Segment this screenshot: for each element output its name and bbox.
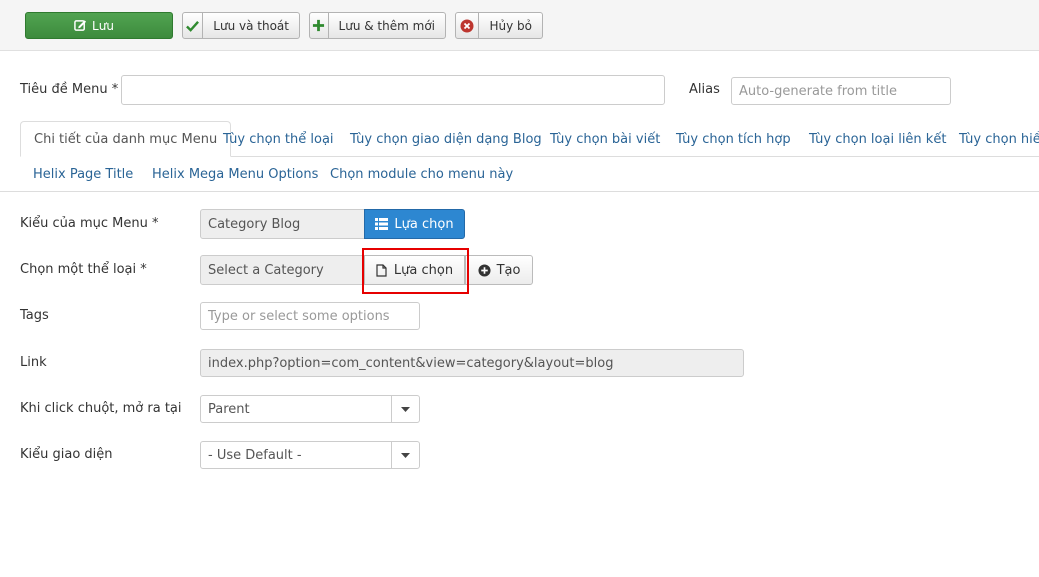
- cancel-button[interactable]: Hủy bỏ: [455, 12, 543, 39]
- category-create-button[interactable]: Tạo: [465, 255, 533, 285]
- plus-circle-icon: [478, 263, 491, 277]
- link-field: index.php?option=com_content&view=catego…: [200, 349, 744, 377]
- target-label: Khi click chuột, mở ra tại: [20, 401, 182, 416]
- cancel-icon: [456, 13, 480, 38]
- menu-title-label: Tiêu đề Menu *: [20, 82, 119, 97]
- cancel-label: Hủy bỏ: [489, 18, 532, 33]
- category-create-label: Tạo: [496, 262, 521, 278]
- target-select[interactable]: Parent: [200, 395, 420, 423]
- list-icon: [375, 218, 389, 230]
- highlight-annotation: [362, 248, 469, 294]
- menu-type-select-label: Lựa chọn: [394, 216, 454, 232]
- save-close-button[interactable]: Lưu và thoát: [182, 12, 300, 39]
- caret-down-icon: [391, 442, 419, 468]
- caret-down-icon: [391, 396, 419, 422]
- tab-display-options[interactable]: Tùy chọn hiển: [946, 121, 1039, 157]
- category-field: Select a Category: [200, 255, 365, 285]
- save-new-label: Lưu & thêm mới: [338, 18, 435, 33]
- tags-input[interactable]: Type or select some options: [200, 302, 420, 330]
- save-button[interactable]: Lưu: [25, 12, 173, 39]
- save-close-label: Lưu và thoát: [213, 18, 289, 33]
- check-icon: [183, 13, 204, 38]
- tab-integration-options[interactable]: Tùy chọn tích hợp: [663, 121, 804, 157]
- alias-label: Alias: [689, 82, 720, 97]
- template-style-value: - Use Default -: [208, 447, 302, 463]
- alias-placeholder: Auto-generate from title: [739, 83, 897, 99]
- tags-placeholder: Type or select some options: [208, 308, 390, 324]
- template-style-select[interactable]: - Use Default -: [200, 441, 420, 469]
- link-label: Link: [20, 355, 47, 370]
- tab-blog-layout[interactable]: Tùy chọn giao diện dạng Blog: [337, 121, 555, 157]
- category-label: Chọn một thể loại *: [20, 262, 147, 277]
- tabs-bottom-divider: [0, 191, 1039, 192]
- plus-icon: [310, 13, 329, 38]
- menu-type-field: Category Blog: [200, 209, 365, 239]
- tab-link-type-options[interactable]: Tùy chọn loại liên kết: [796, 121, 959, 157]
- alias-input[interactable]: Auto-generate from title: [731, 77, 951, 105]
- tab-category-options[interactable]: Tùy chọn thể loại: [210, 121, 347, 157]
- tab-menu-details[interactable]: Chi tiết của danh mục Menu: [20, 121, 232, 157]
- save-label: Lưu: [92, 18, 114, 33]
- template-style-label: Kiểu giao diện: [20, 447, 113, 462]
- tab-module-assignment[interactable]: Chọn module cho menu này: [317, 156, 526, 192]
- edit-icon: [74, 19, 87, 32]
- tab-helix-page-title[interactable]: Helix Page Title: [20, 156, 146, 192]
- toolbar: Lưu Lưu và thoát Lưu & thêm mới Hủy bỏ: [0, 0, 1039, 51]
- save-new-button[interactable]: Lưu & thêm mới: [309, 12, 446, 39]
- menu-type-label: Kiểu của mục Menu *: [20, 216, 159, 231]
- tab-article-options[interactable]: Tùy chọn bài viết: [537, 121, 673, 157]
- tags-label: Tags: [20, 308, 49, 323]
- menu-title-input[interactable]: [121, 75, 665, 105]
- target-value: Parent: [208, 401, 250, 417]
- tab-helix-mega-menu[interactable]: Helix Mega Menu Options: [139, 156, 331, 192]
- menu-type-select-button[interactable]: Lựa chọn: [364, 209, 465, 239]
